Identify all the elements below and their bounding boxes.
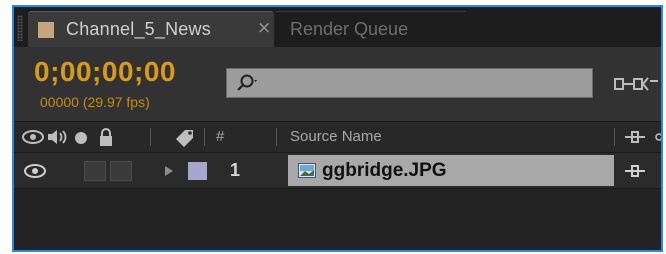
layer-label-color[interactable] — [188, 162, 207, 180]
tab-render-queue[interactable]: Render Queue — [276, 11, 466, 47]
eye-icon[interactable] — [22, 130, 44, 144]
column-number-header: # — [216, 128, 225, 145]
shy-switch-icon[interactable] — [623, 130, 647, 144]
layer-number: 1 — [230, 160, 241, 180]
timeline-panel: Channel_5_News × Render Queue 0;00;00;00… — [12, 5, 663, 252]
tab-bar: Channel_5_News × Render Queue — [14, 7, 661, 47]
source-name-field[interactable]: ggbridge.JPG — [288, 155, 614, 186]
image-file-icon — [298, 163, 316, 178]
lock-checkbox[interactable] — [110, 161, 132, 181]
composition-icon — [38, 22, 54, 38]
composition-flowchart-icon[interactable] — [614, 73, 658, 95]
source-name-text: ggbridge.JPG — [322, 160, 447, 181]
label-tag-icon[interactable] — [174, 127, 198, 147]
current-time-display[interactable]: 0;00;00;00 — [34, 56, 176, 88]
frame-rate-readout: 00000 (29.97 fps) — [40, 94, 150, 110]
timeline-header: 0;00;00;00 00000 (29.97 fps) — [14, 47, 661, 121]
sun-switch-icon[interactable] — [652, 130, 662, 144]
tab-channel-5-news[interactable]: Channel_5_News × — [28, 11, 274, 47]
layer-column-header: # Source Name — [14, 121, 661, 153]
lock-icon[interactable] — [98, 127, 114, 147]
layer-row[interactable]: 1 ggbridge.JPG — [14, 153, 661, 189]
close-icon[interactable]: × — [257, 18, 271, 38]
shy-switch-icon[interactable] — [623, 164, 647, 178]
solo-icon[interactable] — [74, 131, 88, 145]
column-source-name-header[interactable]: Source Name — [290, 128, 382, 145]
tab-label: Render Queue — [290, 19, 409, 39]
empty-layer-area[interactable] — [14, 189, 661, 250]
expand-triangle-icon[interactable] — [164, 165, 174, 177]
search-input[interactable] — [226, 68, 593, 98]
solo-checkbox[interactable] — [84, 161, 106, 181]
search-icon — [237, 74, 257, 91]
eye-icon[interactable] — [24, 164, 46, 178]
tab-label: Channel_5_News — [66, 19, 211, 39]
speaker-icon[interactable] — [46, 128, 68, 146]
panel-grip-handle[interactable] — [17, 15, 23, 41]
